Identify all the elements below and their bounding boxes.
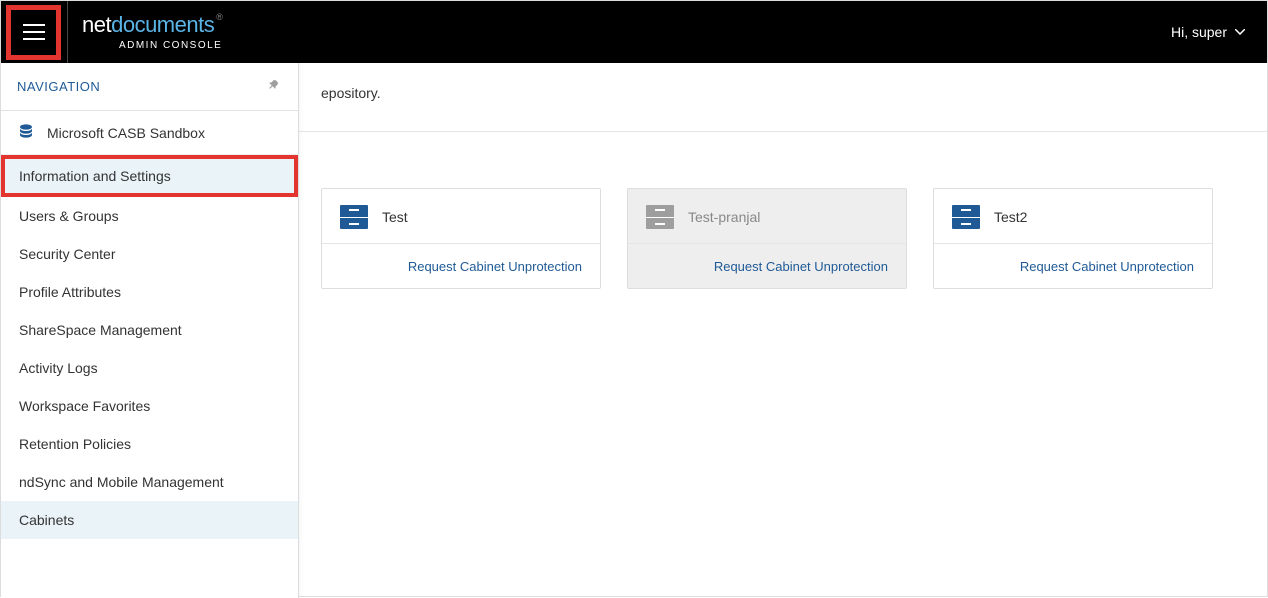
logo-net: net: [82, 12, 111, 37]
nav-profile-attributes[interactable]: Profile Attributes: [1, 273, 298, 311]
cabinet-card[interactable]: Test Request Cabinet Unprotection: [321, 188, 601, 289]
cabinet-card-header: Test: [322, 189, 600, 244]
chevron-down-icon: [1235, 29, 1245, 35]
cabinet-name: Test2: [994, 209, 1027, 225]
nav-ndsync-mobile[interactable]: ndSync and Mobile Management: [1, 463, 298, 501]
nav-retention-policies[interactable]: Retention Policies: [1, 425, 298, 463]
repository-name: Microsoft CASB Sandbox: [47, 125, 205, 141]
cabinet-card-header: Test2: [934, 189, 1212, 244]
cabinet-name: Test: [382, 209, 408, 225]
app-header: netdocuments® ADMIN CONSOLE Hi, super: [1, 1, 1267, 63]
nav-workspace-favorites[interactable]: Workspace Favorites: [1, 387, 298, 425]
nav-information-settings[interactable]: Information and Settings: [1, 155, 298, 197]
nav-activity-logs[interactable]: Activity Logs: [1, 349, 298, 387]
brand-logo: netdocuments® ADMIN CONSOLE: [82, 13, 222, 50]
pin-icon[interactable]: [264, 78, 282, 95]
repository-item[interactable]: Microsoft CASB Sandbox: [1, 111, 298, 155]
database-icon: [17, 123, 35, 142]
logo-trademark: ®: [216, 12, 222, 22]
sidebar-title: NAVIGATION: [17, 79, 100, 94]
cabinet-card[interactable]: Test2 Request Cabinet Unprotection: [933, 188, 1213, 289]
navigation-sidebar: NAVIGATION Microsoft CASB Sandbox Inform…: [1, 63, 299, 598]
hamburger-button[interactable]: [6, 5, 61, 60]
logo-docs: documents: [111, 12, 214, 37]
hamburger-icon: [23, 24, 45, 40]
request-unprotection-link[interactable]: Request Cabinet Unprotection: [1020, 259, 1194, 274]
user-menu[interactable]: Hi, super: [1171, 24, 1245, 40]
nav-sharespace[interactable]: ShareSpace Management: [1, 311, 298, 349]
user-greeting: Hi, super: [1171, 24, 1227, 40]
divider: [67, 1, 68, 63]
cabinet-icon: [646, 205, 674, 229]
sidebar-header: NAVIGATION: [1, 63, 298, 111]
cabinet-name: Test-pranjal: [688, 209, 760, 225]
nav-list: Information and Settings Users & Groups …: [1, 155, 298, 539]
cabinet-icon: [340, 205, 368, 229]
cabinet-card[interactable]: Test-pranjal Request Cabinet Unprotectio…: [627, 188, 907, 289]
nav-cabinets[interactable]: Cabinets: [1, 501, 298, 539]
request-unprotection-link[interactable]: Request Cabinet Unprotection: [408, 259, 582, 274]
cabinet-card-header: Test-pranjal: [628, 189, 906, 244]
cabinet-icon: [952, 205, 980, 229]
nav-users-groups[interactable]: Users & Groups: [1, 197, 298, 235]
nav-security-center[interactable]: Security Center: [1, 235, 298, 273]
request-unprotection-link[interactable]: Request Cabinet Unprotection: [714, 259, 888, 274]
logo-subtitle: ADMIN CONSOLE: [82, 40, 222, 51]
